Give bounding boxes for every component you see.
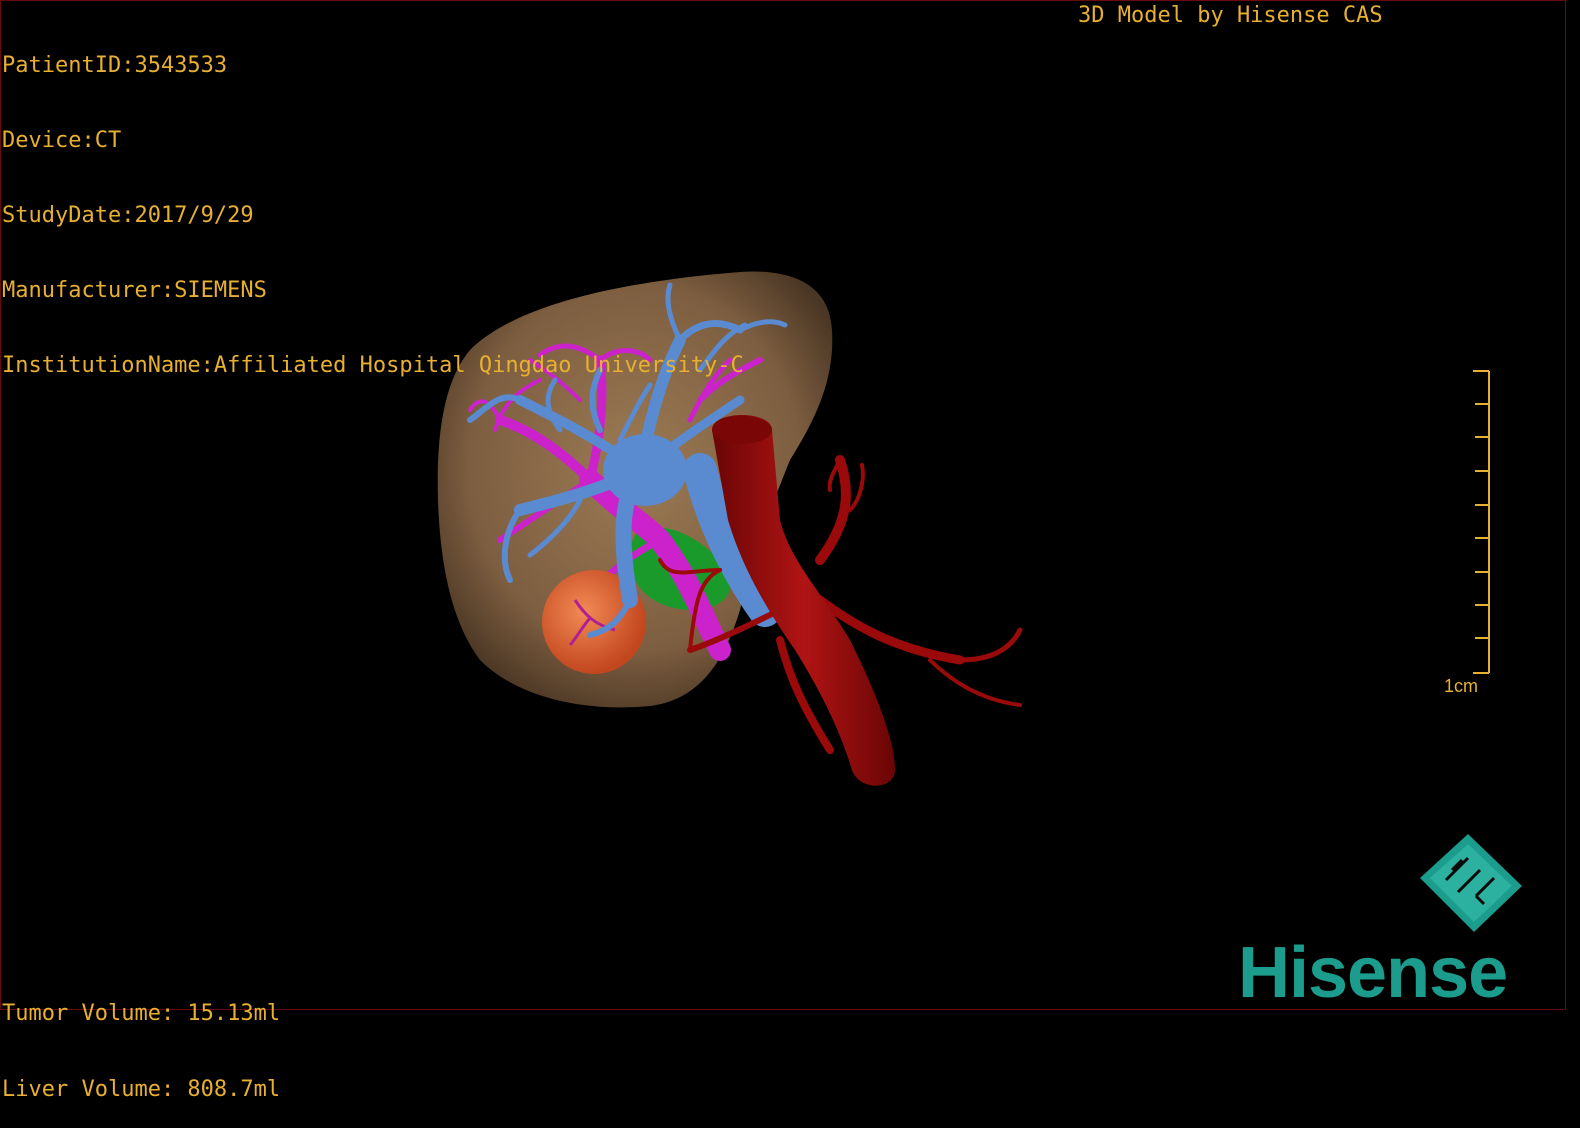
hisense-diamond-logo-icon (1420, 834, 1522, 932)
study-date: StudyDate:2017/9/29 (2, 203, 254, 228)
tumor-volume: Tumor Volume: 15.13ml (2, 1001, 281, 1026)
liver-volume: Liver Volume: 808.7ml (2, 1077, 281, 1102)
scale-bar-label: 1cm (1444, 676, 1479, 696)
institution-name: InstitutionName:Affiliated Hospital Qing… (2, 353, 744, 378)
patient-id: PatientID:3543533 (2, 53, 228, 78)
hisense-wordmark: Hisense (1238, 933, 1508, 1013)
volume-readouts: Tumor Volume: 15.13ml Liver Volume: 808.… (2, 951, 280, 1128)
scale-bar (1473, 370, 1490, 674)
aorta-opening (712, 416, 772, 444)
manufacturer: Manufacturer:SIEMENS (2, 278, 267, 303)
model-credit: 3D Model by Hisense CAS (1078, 3, 1383, 28)
hepatic-vein-confluence (603, 434, 687, 506)
device: Device:CT (2, 128, 122, 153)
study-info: PatientID:3543533 Device:CT StudyDate:20… (2, 3, 744, 403)
